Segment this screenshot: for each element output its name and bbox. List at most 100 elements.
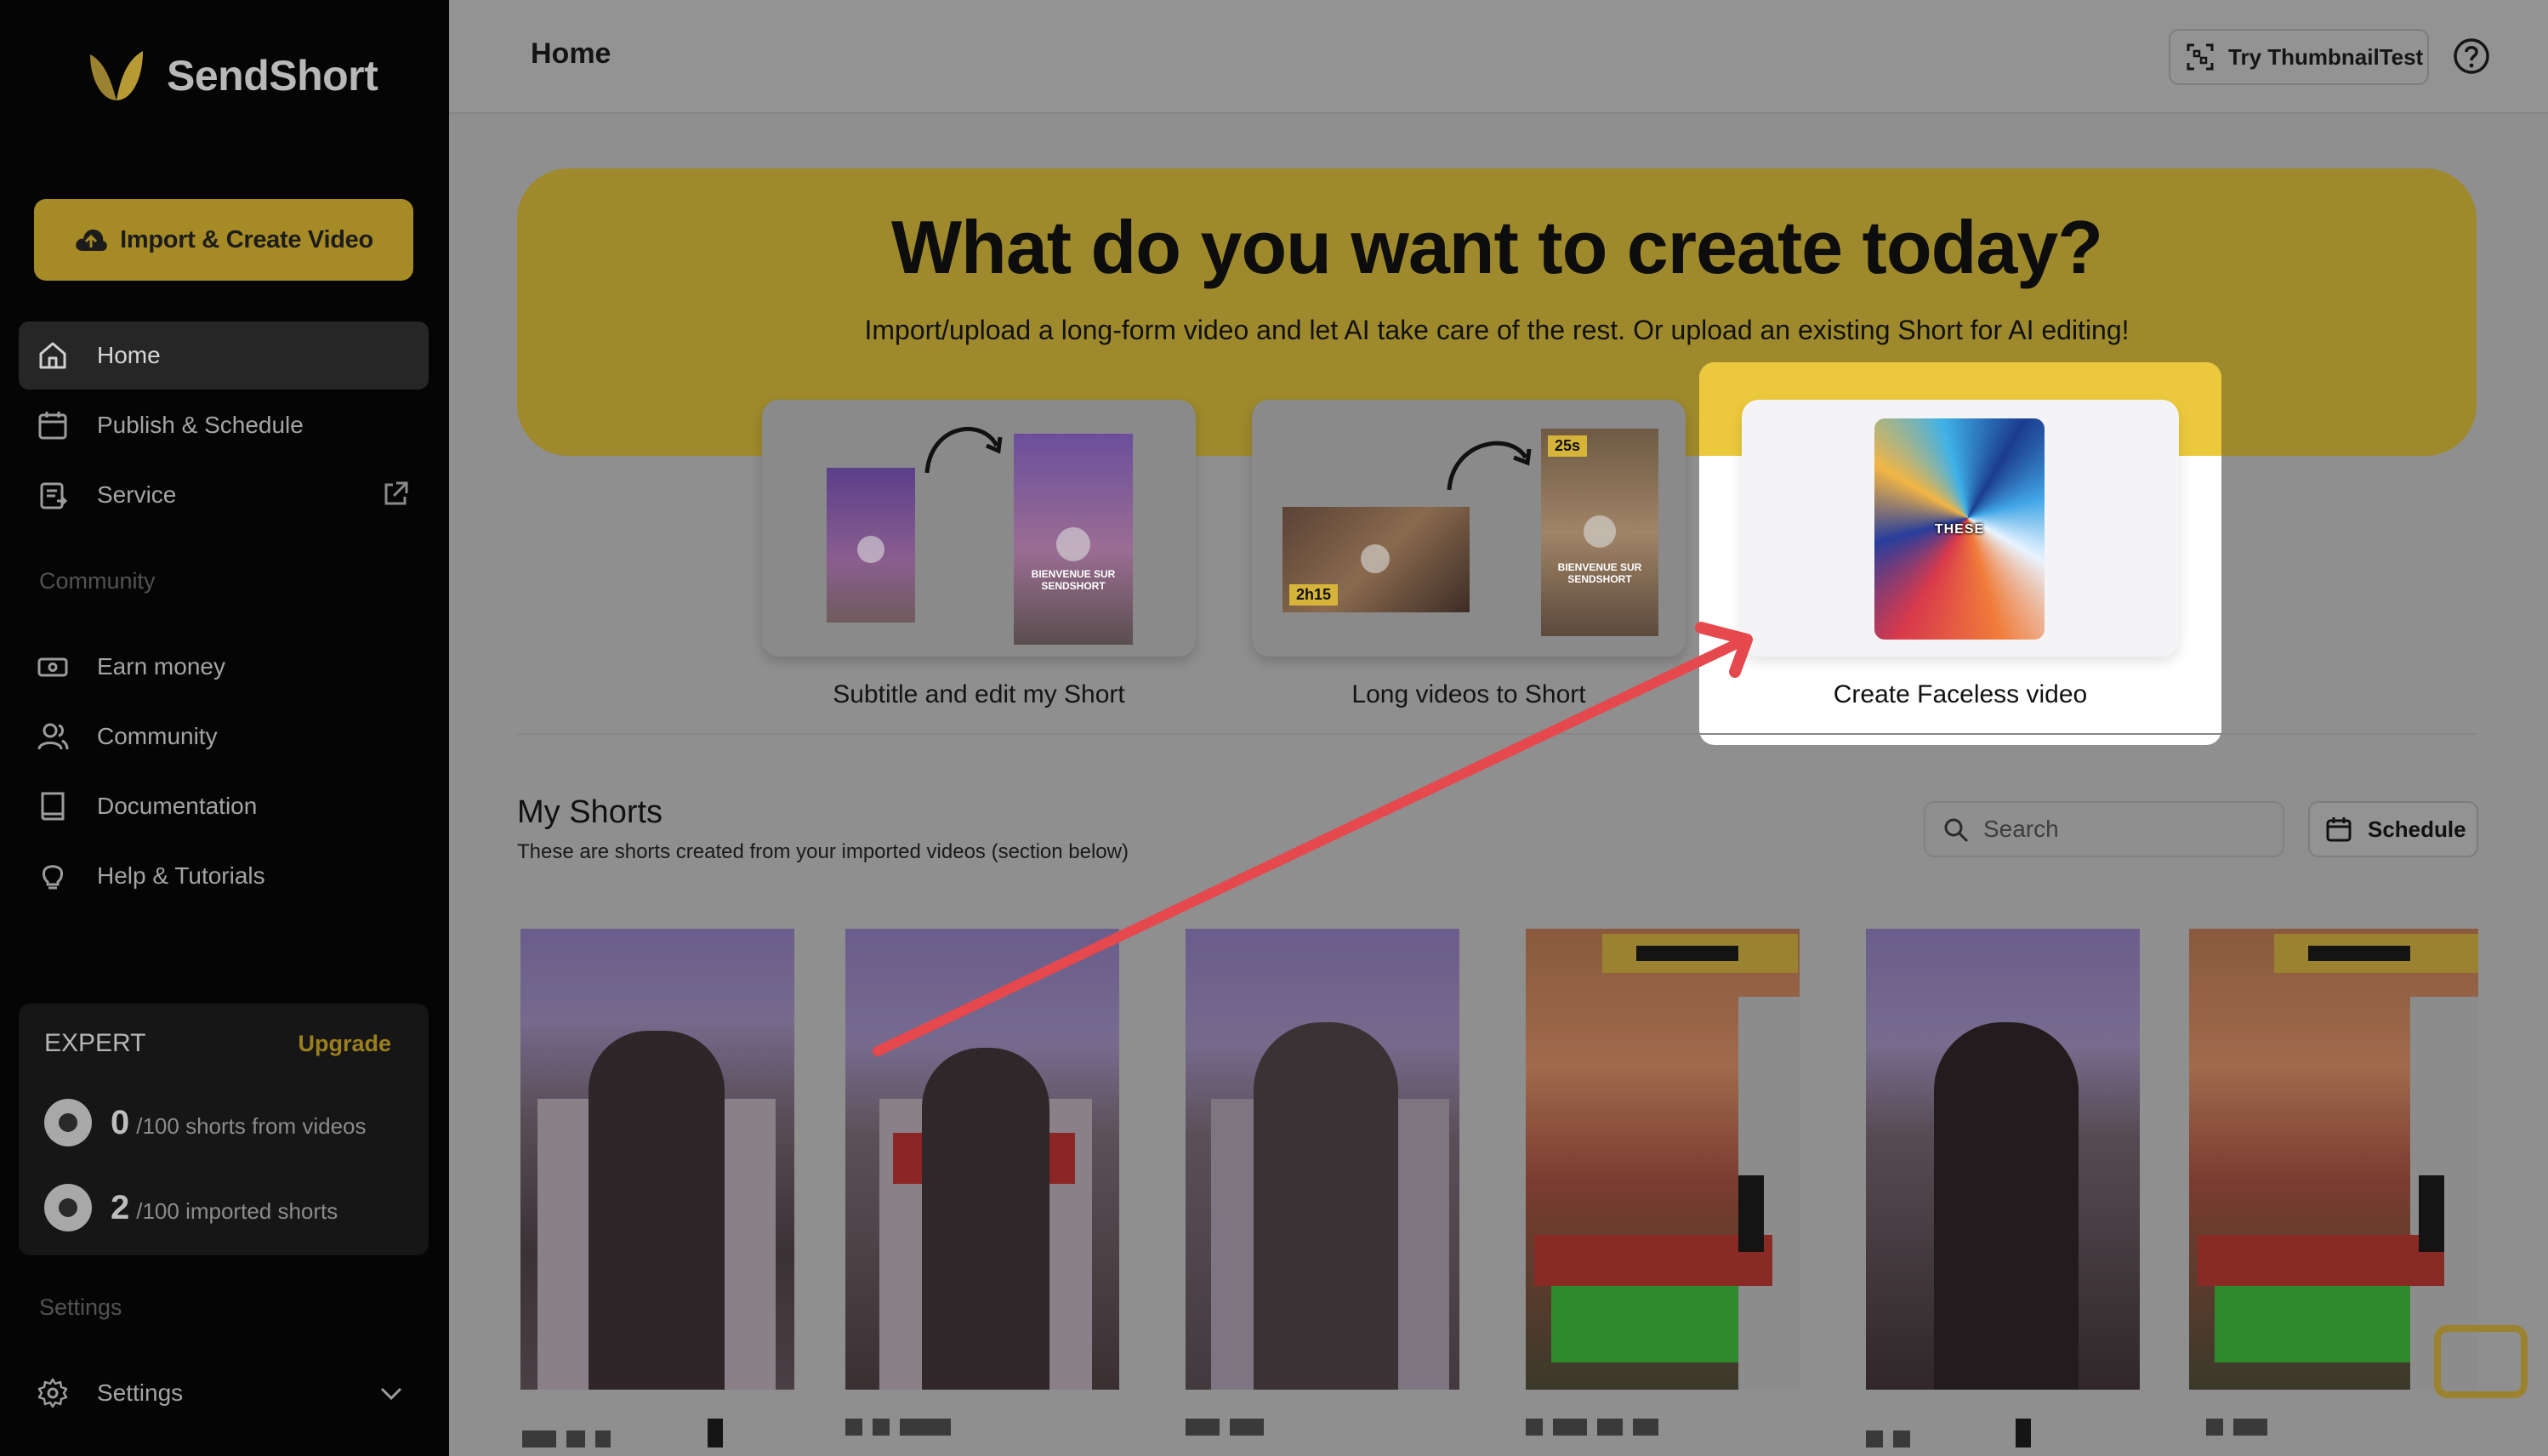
search-input[interactable] [1982, 808, 2266, 850]
ab-test-icon [2187, 43, 2214, 71]
thumbnail-number [1738, 1175, 1764, 1252]
sidebar-item-label: Earn money [97, 653, 225, 680]
schedule-label: Schedule [2368, 816, 2466, 842]
sendshort-logo-icon [90, 51, 143, 100]
option-card-create-faceless-video[interactable]: THESE Create Faceless video [1699, 362, 2221, 745]
thumbnail-figure [922, 1048, 1049, 1390]
my-shorts-subtitle: These are shorts created from your impor… [517, 840, 1129, 863]
plan-usage-card: EXPERT Upgrade 0 /100 shorts from videos… [19, 1004, 429, 1255]
short-caption-placeholder [1866, 1419, 2041, 1447]
plan-name: EXPERT [44, 1029, 146, 1057]
option-label: Create Faceless video [1833, 680, 2088, 708]
sidebar-item-help-tutorials[interactable]: Help & Tutorials [19, 842, 429, 910]
short-thumbnail[interactable] [1526, 929, 1800, 1390]
play-icon [1056, 527, 1090, 561]
book-icon [36, 789, 70, 823]
thumbnail-green-block [1551, 1286, 1738, 1362]
corner-ui-frame [2434, 1325, 2528, 1398]
cloud-upload-icon [76, 229, 107, 251]
search-icon [1944, 818, 1969, 843]
short-thumbnail[interactable] [520, 929, 794, 1390]
hero-subtitle: Import/upload a long-form video and let … [864, 315, 2130, 345]
caption-overlay: BIENVENUE SUR SENDSHORT [1031, 568, 1116, 592]
money-icon [36, 650, 70, 684]
sidebar-item-label: Settings [97, 1379, 184, 1406]
sidebar-item-settings[interactable]: Settings [19, 1359, 429, 1427]
sidebar-item-community[interactable]: Community [19, 702, 429, 771]
short-output-thumbnail: 25s BIENVENUE SUR SENDSHORT [1541, 429, 1658, 636]
home-icon [36, 338, 70, 373]
sidebar-item-home[interactable]: Home [19, 321, 429, 390]
my-shorts-title: My Shorts [517, 794, 663, 830]
community-section-label: Community [39, 568, 156, 594]
thumbnail-shirt [2198, 1235, 2444, 1286]
usage-ring-icon [44, 1099, 92, 1146]
schedule-button[interactable]: Schedule [2308, 801, 2478, 857]
sidebar-item-label: Community [97, 723, 218, 749]
option-label: Subtitle and edit my Short [833, 680, 1125, 708]
sidebar-item-publish-schedule[interactable]: Publish & Schedule [19, 391, 429, 459]
option-card-subtitle-edit-short[interactable]: BIENVENUE SUR SENDSHORT [762, 400, 1196, 657]
settings-section-label: Settings [39, 1294, 122, 1320]
duration-badge: 2h15 [1289, 584, 1339, 606]
short-caption-placeholder [1186, 1419, 1274, 1439]
sidebar-item-label: Documentation [97, 793, 258, 819]
sidebar-item-documentation[interactable]: Documentation [19, 772, 429, 840]
app-logo[interactable]: SendShort [85, 46, 378, 105]
sidebar-item-label: Publish & Schedule [97, 412, 304, 438]
usage-label: /100 imported shorts [136, 1197, 338, 1224]
thumbnail-shirt [1534, 1235, 1772, 1286]
thumbnail-figure [1934, 1022, 2079, 1390]
source-short-thumbnail [827, 468, 915, 623]
external-link-icon [384, 481, 408, 505]
lightbulb-icon [36, 859, 70, 893]
short-thumbnail[interactable] [2189, 929, 2478, 1390]
page-title: Home [531, 37, 611, 70]
thumbnail-banner-text [2308, 946, 2410, 961]
short-thumbnail[interactable] [1866, 929, 2140, 1390]
edited-short-thumbnail: BIENVENUE SUR SENDSHORT [1014, 434, 1133, 645]
caption-overlay: BIENVENUE SUR SENDSHORT [1557, 561, 1642, 585]
usage-count: 0 [111, 1103, 130, 1141]
usage-count: 2 [111, 1188, 130, 1226]
short-caption-placeholder [2206, 1419, 2278, 1439]
curved-arrow-icon [1447, 441, 1532, 491]
calendar-icon [36, 408, 70, 442]
clipboard-icon [36, 478, 70, 512]
section-divider [517, 733, 2477, 735]
sidebar-item-label: Home [97, 342, 161, 368]
sidebar: SendShort Import & Create Video Home Pub… [0, 0, 449, 1456]
short-caption-placeholder [522, 1419, 733, 1447]
thumbnail-green-block [2215, 1286, 2410, 1362]
thumbnail-banner-text [1636, 946, 1738, 961]
sidebar-item-service[interactable]: Service [19, 461, 429, 529]
faceless-card-inner: THESE [1742, 400, 2179, 657]
short-caption-placeholder [1526, 1419, 1669, 1439]
usage-ring-icon [44, 1184, 92, 1231]
gear-icon [36, 1376, 70, 1410]
option-label: Long videos to Short [1351, 680, 1586, 708]
thumbnail-figure [589, 1031, 725, 1390]
play-icon [1584, 515, 1616, 548]
curved-arrow-icon [924, 426, 1003, 474]
help-circle-icon[interactable] [2451, 36, 2492, 77]
import-create-video-button[interactable]: Import & Create Video [34, 199, 413, 281]
try-thumbnailtest-button[interactable]: Try ThumbnailTest [2169, 29, 2429, 85]
sidebar-item-earn-money[interactable]: Earn money [19, 633, 429, 701]
sidebar-item-label: Service [97, 481, 177, 508]
users-icon [36, 719, 70, 754]
option-card-long-videos-to-short[interactable]: 2h15 25s BIENVENUE SUR SENDSHORT [1252, 400, 1686, 657]
search-field[interactable] [1924, 801, 2284, 857]
app-name: SendShort [167, 52, 378, 100]
play-icon [1361, 544, 1390, 573]
short-caption-placeholder [845, 1419, 961, 1439]
short-thumbnail[interactable] [845, 929, 1119, 1390]
thumbnail-figure [1254, 1022, 1398, 1390]
usage-shorts-from-videos: 0 /100 shorts from videos [44, 1099, 366, 1146]
upgrade-link[interactable]: Upgrade [298, 1031, 391, 1057]
short-thumbnail[interactable] [1186, 929, 1459, 1390]
import-create-video-label: Import & Create Video [120, 225, 373, 253]
chevron-down-icon[interactable] [379, 1383, 403, 1403]
usage-imported-shorts: 2 /100 imported shorts [44, 1184, 338, 1231]
thumbnail-number [2419, 1175, 2444, 1252]
